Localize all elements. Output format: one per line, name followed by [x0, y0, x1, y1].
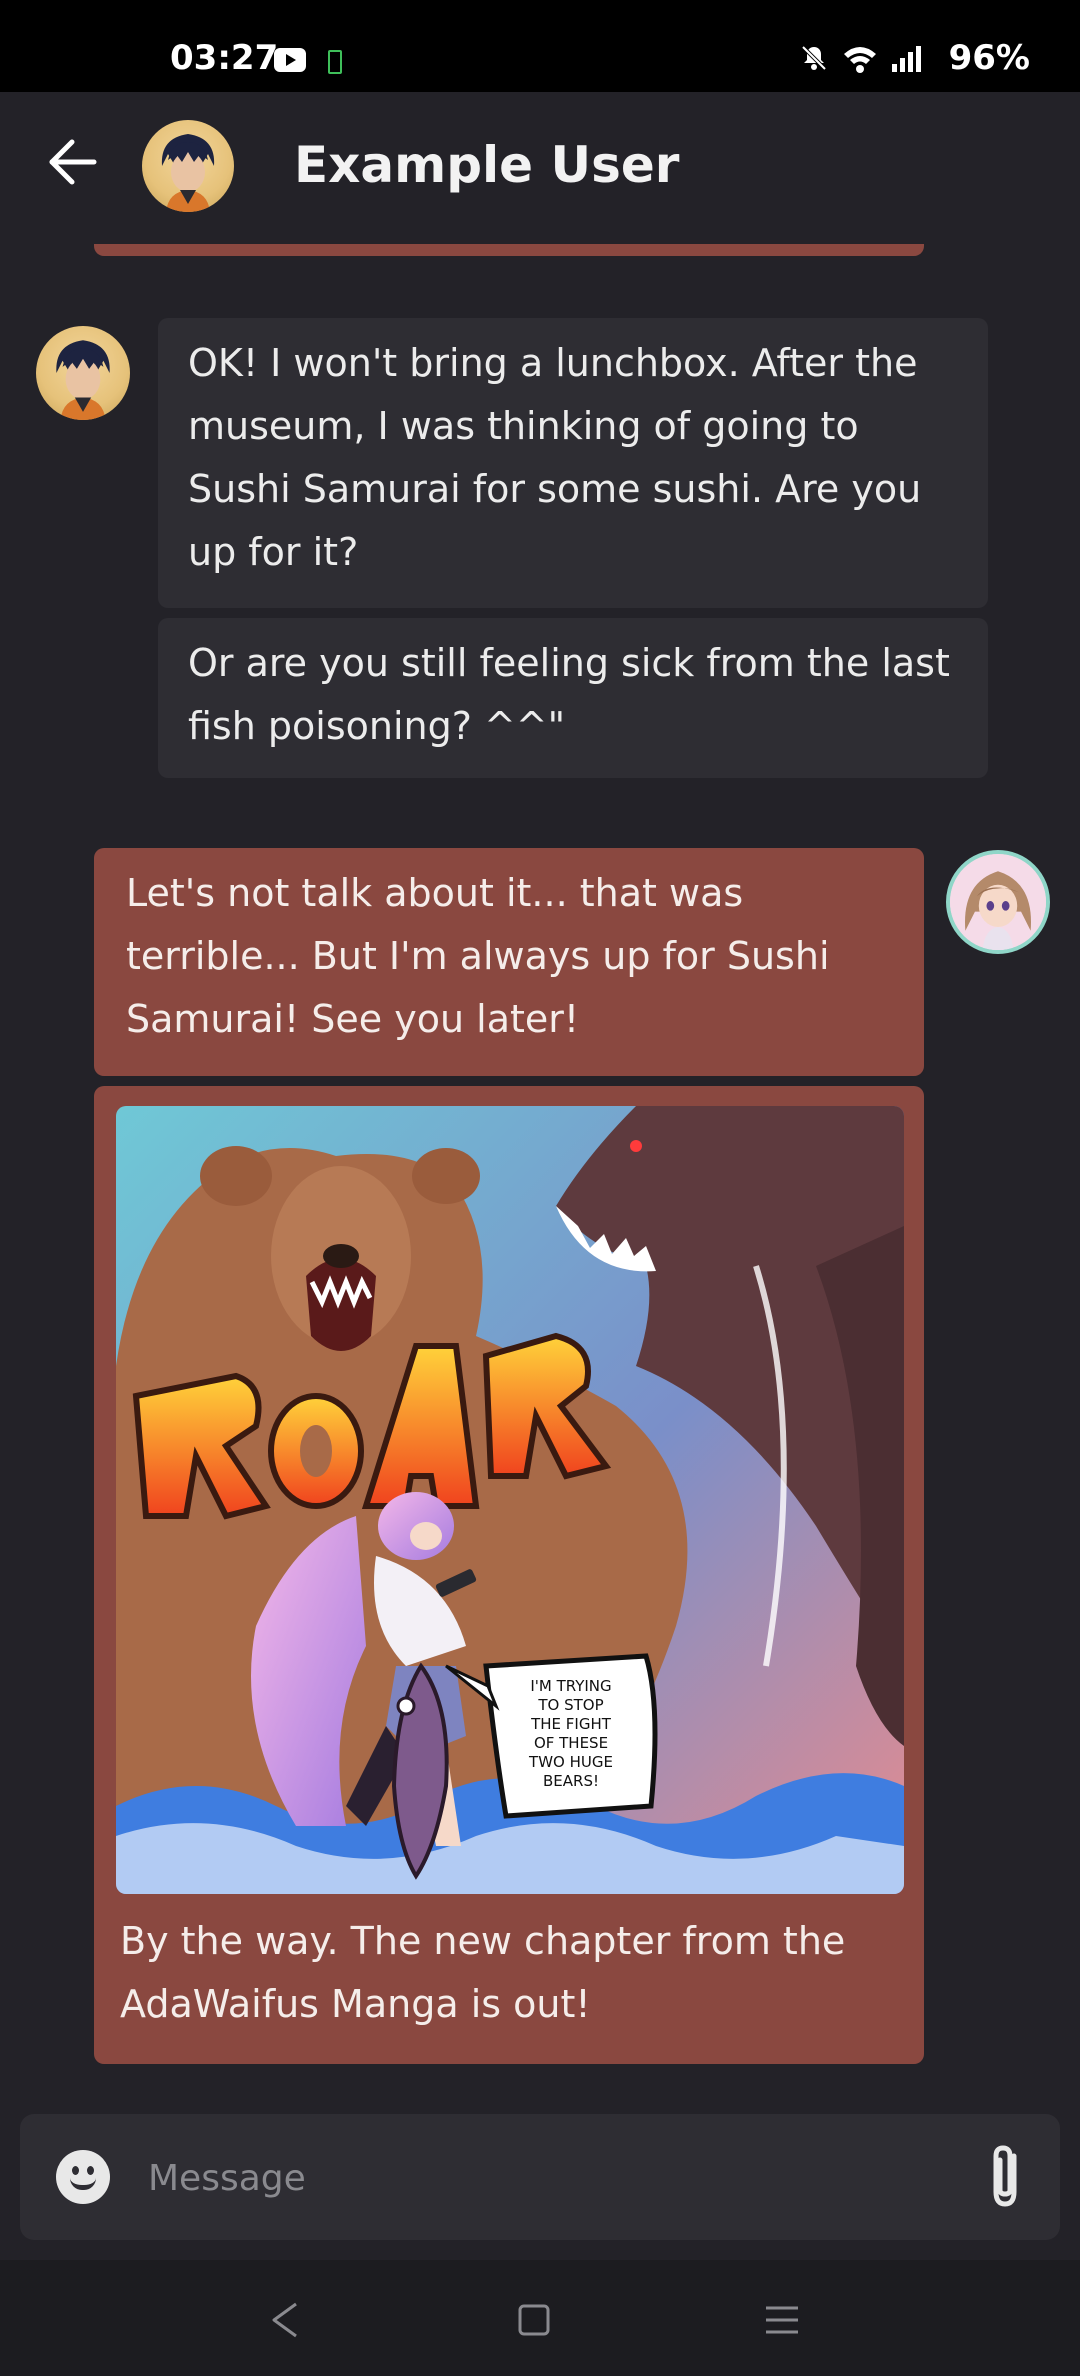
svg-text:THE FIGHT: THE FIGHT [530, 1715, 612, 1733]
signal-icon [892, 46, 921, 72]
message-composer [20, 2114, 1060, 2240]
smiley-eye [72, 2166, 79, 2175]
chat-header: Example User [0, 92, 1080, 244]
status-bar: 03:27 96% [0, 0, 1080, 92]
message-list[interactable]: OK! I won't bring a lunchbox. After the … [0, 244, 1080, 2104]
previous-message-bubble [94, 244, 924, 256]
arrow-left-icon[interactable] [44, 132, 104, 192]
chat-title: Example User [294, 136, 680, 194]
outgoing-image-message[interactable]: I'M TRYING TO STOP THE FIGHT OF THESE TW… [94, 1086, 924, 2064]
svg-text:I'M TRYING: I'M TRYING [530, 1677, 611, 1695]
svg-text:OF THESE: OF THESE [534, 1734, 608, 1752]
paperclip-icon[interactable] [980, 2142, 1030, 2212]
battery-percent: 96% [948, 38, 1030, 78]
smiley-eye [87, 2166, 94, 2175]
svg-text:TO STOP: TO STOP [537, 1696, 603, 1714]
status-time: 03:27 [170, 38, 279, 78]
battery-saver-icon [328, 50, 342, 74]
system-navigation-bar [0, 2260, 1080, 2376]
incoming-message[interactable]: OK! I won't bring a lunchbox. After the … [158, 318, 988, 608]
nav-menu-icon[interactable] [762, 2300, 802, 2340]
youtube-icon [274, 48, 306, 72]
outgoing-message[interactable]: Let's not talk about it... that was terr… [94, 848, 924, 1076]
smiley-icon[interactable] [56, 2150, 110, 2204]
nav-back-icon[interactable] [266, 2300, 306, 2340]
smiley-mouth [70, 2178, 96, 2190]
user-avatar[interactable] [946, 850, 1050, 954]
svg-text:BEARS!: BEARS! [543, 1772, 599, 1790]
message-input[interactable] [146, 2142, 970, 2214]
svg-text:TWO HUGE: TWO HUGE [528, 1753, 613, 1771]
manga-image[interactable]: I'M TRYING TO STOP THE FIGHT OF THESE TW… [116, 1106, 904, 1894]
contact-avatar-small[interactable] [36, 326, 130, 420]
incoming-message[interactable]: Or are you still feeling sick from the l… [158, 618, 988, 778]
nav-home-icon[interactable] [514, 2300, 554, 2340]
wifi-icon [844, 47, 876, 73]
contact-avatar[interactable] [142, 120, 234, 212]
bell-off-icon [801, 45, 827, 71]
image-caption: By the way. The new chapter from the Ada… [120, 1919, 846, 2026]
